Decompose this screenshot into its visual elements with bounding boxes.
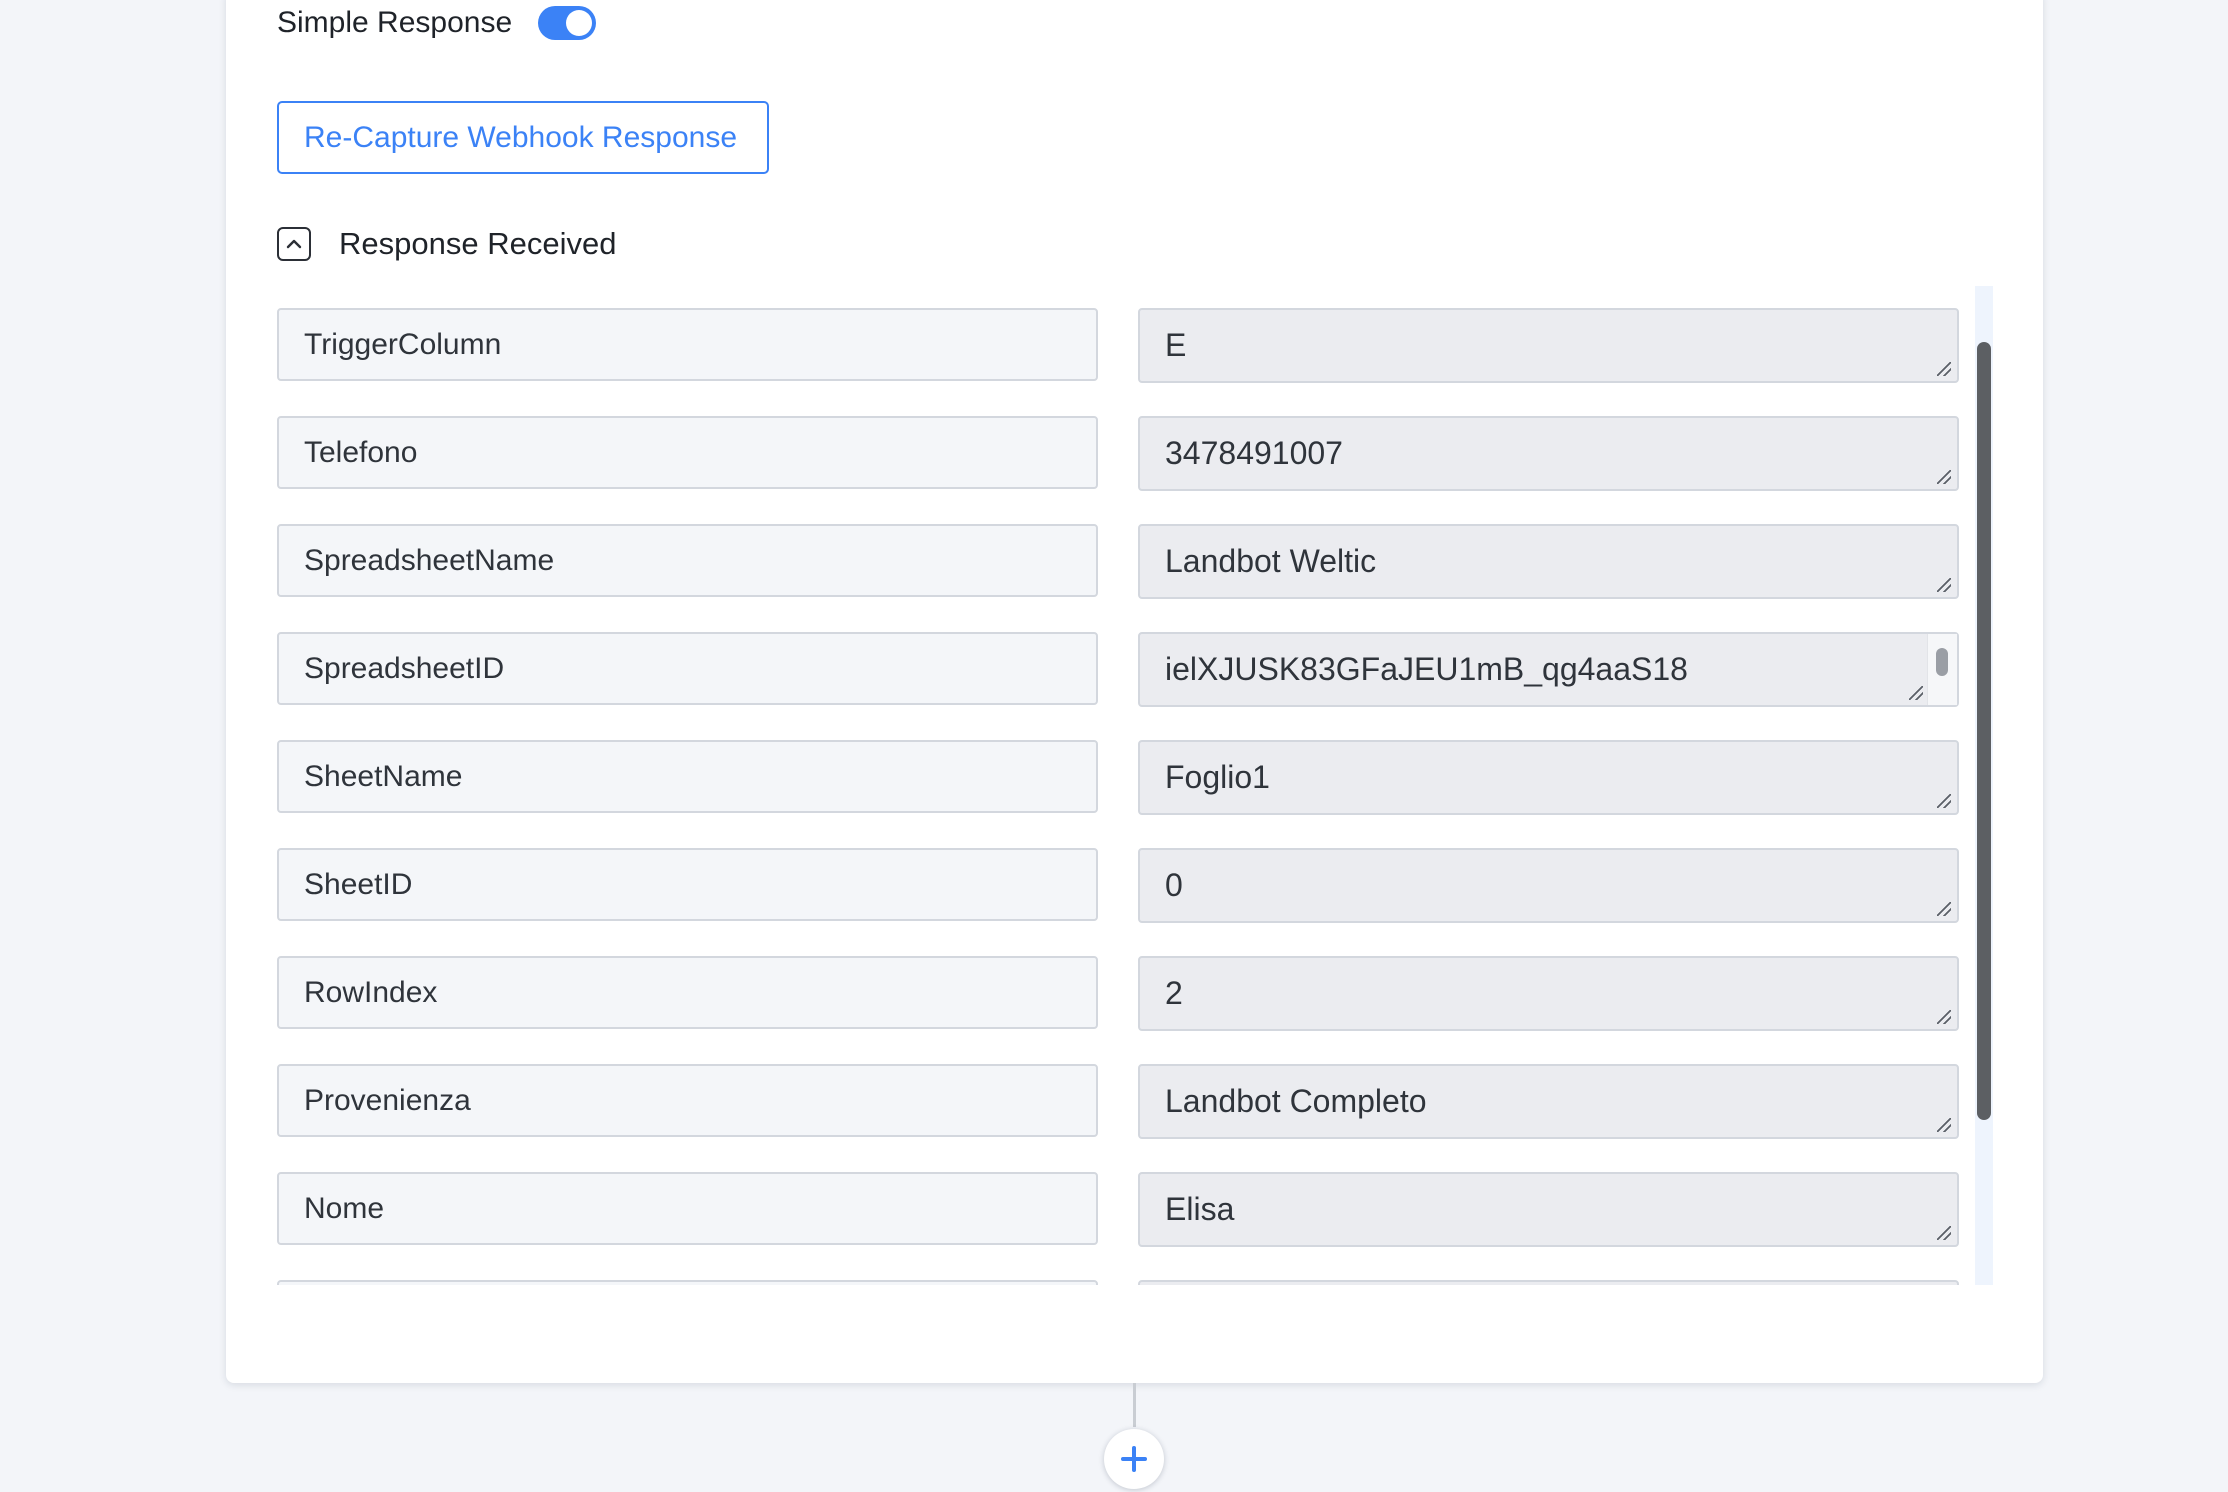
response-field-row: Telefono 3478491007 [277,394,1959,491]
field-key[interactable]: SpreadsheetID [277,632,1098,705]
recapture-webhook-response-button[interactable]: Re-Capture Webhook Response [277,101,769,174]
field-value[interactable]: ielXJUSK83GFaJEU1mB_qg4aaS18 [1138,632,1959,707]
field-key[interactable]: Provenienza [277,1064,1098,1137]
field-value[interactable]: Elisa [1138,1172,1959,1247]
field-key[interactable]: SheetID [277,848,1098,921]
simple-response-setting: Simple Response [277,0,597,46]
resize-grip-icon[interactable] [1909,686,1923,700]
toggle-knob [566,10,593,36]
response-fields-list: TriggerColumn E Telefono 3478491007 Spre… [277,286,1959,1285]
field-value-text: ielXJUSK83GFaJEU1mB_qg4aaS18 [1165,651,1688,687]
field-key[interactable]: SheetName [277,740,1098,813]
field-value-text: 0 [1165,867,1183,903]
response-received-header: Response Received [277,226,616,262]
response-fields-scrollbar[interactable] [1975,286,1993,1285]
field-value-text: Landbot Completo [1165,1083,1427,1119]
field-value-text: Elisa [1165,1191,1235,1227]
field-value[interactable]: 3478491007 [1138,416,1959,491]
field-key[interactable]: RowIndex [277,956,1098,1029]
response-field-row: SheetID 0 [277,826,1959,923]
add-step-button[interactable] [1104,1429,1164,1489]
field-value-text: 3478491007 [1165,435,1343,471]
resize-grip-icon[interactable] [1937,902,1951,916]
response-field-row: RowIndex 2 [277,934,1959,1031]
field-value-text: Landbot Weltic [1165,543,1377,579]
field-value-text: 2 [1165,975,1183,1011]
response-field-row: TriggerColumn E [277,286,1959,383]
field-key[interactable]: TriggerColumn [277,308,1098,381]
response-field-row: Provenienza Landbot Completo [277,1042,1959,1139]
chevron-up-icon [286,239,302,249]
field-value-scrollbar[interactable] [1927,634,1957,705]
field-value-text: E [1165,327,1187,363]
response-received-title: Response Received [339,226,617,261]
field-value[interactable]: E [1138,308,1959,383]
collapse-response-button[interactable] [277,227,311,261]
field-value[interactable]: Landbot Completo [1138,1064,1959,1139]
field-value-text: Foglio1 [1165,759,1270,795]
simple-response-toggle[interactable] [538,6,597,40]
field-value[interactable]: Landbot Weltic [1138,524,1959,599]
field-key[interactable]: Nome [277,1172,1098,1245]
field-key[interactable] [277,1280,1098,1285]
field-value-scrollbar-thumb[interactable] [1936,648,1948,676]
step-connector-line [1133,1383,1136,1427]
field-value[interactable]: 0 [1138,848,1959,923]
field-value[interactable]: 2 [1138,956,1959,1031]
simple-response-label: Simple Response [277,6,513,39]
resize-grip-icon[interactable] [1937,362,1951,376]
field-value[interactable] [1138,1280,1959,1285]
response-fields-scrollbar-thumb[interactable] [1977,342,1991,1120]
response-field-row: SheetName Foglio1 [277,718,1959,815]
resize-grip-icon[interactable] [1937,794,1951,808]
resize-grip-icon[interactable] [1937,1226,1951,1240]
response-field-row: SpreadsheetID ielXJUSK83GFaJEU1mB_qg4aaS… [277,610,1959,707]
field-value[interactable]: Foglio1 [1138,740,1959,815]
response-field-row: Nome Elisa [277,1150,1959,1247]
resize-grip-icon[interactable] [1937,470,1951,484]
resize-grip-icon[interactable] [1937,1010,1951,1024]
resize-grip-icon[interactable] [1937,578,1951,592]
response-field-row [277,1258,1959,1285]
plus-icon [1121,1446,1147,1472]
field-key[interactable]: SpreadsheetName [277,524,1098,597]
field-key[interactable]: Telefono [277,416,1098,489]
resize-grip-icon[interactable] [1937,1118,1951,1132]
response-field-row: SpreadsheetName Landbot Weltic [277,502,1959,599]
